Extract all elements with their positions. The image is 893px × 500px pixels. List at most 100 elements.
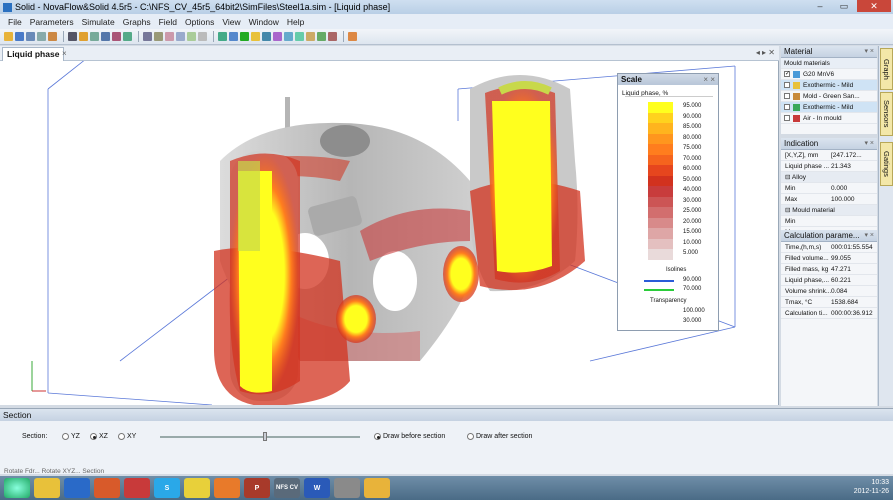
material-item[interactable]: Exothermic - Mild xyxy=(781,80,877,91)
scale-value: 80.000 xyxy=(683,134,702,141)
maximize-button[interactable]: ▭ xyxy=(833,0,855,12)
rotate-icon[interactable] xyxy=(90,32,99,41)
layer6-icon[interactable] xyxy=(328,32,337,41)
viewport-3d[interactable]: Scale × × Liquid phase, % 95.000 90.000 85.… xyxy=(0,61,779,405)
layer1-icon[interactable] xyxy=(273,32,282,41)
app-yellow-icon[interactable] xyxy=(364,478,390,498)
menu-window[interactable]: Window xyxy=(249,17,279,27)
material-checkbox[interactable]: ✓ xyxy=(784,71,790,77)
section-slider[interactable] xyxy=(160,432,360,441)
menu-view[interactable]: View xyxy=(222,17,240,27)
indication-row: Liquid phase ... 21.343 xyxy=(781,161,877,172)
tab-graph[interactable]: Graph xyxy=(880,48,893,90)
material-item[interactable]: ✓ G20 MnV6 xyxy=(781,69,877,80)
layer4-icon[interactable] xyxy=(306,32,315,41)
app-red-icon[interactable] xyxy=(124,478,150,498)
scale-value: 30.000 xyxy=(683,197,702,204)
menu-bar: File Parameters Simulate Graphs Field Op… xyxy=(0,14,893,29)
firefox-icon[interactable] xyxy=(94,478,120,498)
material-tab[interactable]: Mould materials xyxy=(784,58,830,68)
indication-key: Max xyxy=(785,196,798,203)
calc-key: Time,(h,m,s) xyxy=(785,244,822,251)
media-icon[interactable] xyxy=(64,478,90,498)
print-icon[interactable] xyxy=(26,32,35,41)
right-riser xyxy=(470,75,585,292)
menu-file[interactable]: File xyxy=(8,17,22,27)
solid-icon[interactable] xyxy=(184,478,210,498)
material-checkbox[interactable] xyxy=(784,82,790,88)
layer3-icon[interactable] xyxy=(295,32,304,41)
material-checkbox[interactable] xyxy=(784,93,790,99)
word-icon[interactable]: W xyxy=(304,478,330,498)
tab-sensors[interactable]: Sensors xyxy=(880,92,893,136)
view-iso-icon[interactable] xyxy=(198,32,207,41)
scale-color-swatch xyxy=(648,196,673,207)
image-icon[interactable] xyxy=(48,32,57,41)
layer2-icon[interactable] xyxy=(284,32,293,41)
material-item[interactable]: Mold - Green San... xyxy=(781,91,877,102)
material-item[interactable]: Air - In mould xyxy=(781,113,877,124)
scale-panel[interactable]: Scale × × Liquid phase, % 95.000 90.000 85.… xyxy=(617,73,719,331)
calc-row: Filled volume... 99.055 xyxy=(781,253,877,264)
rotate-z-icon[interactable] xyxy=(112,32,121,41)
zoom-in-icon[interactable] xyxy=(143,32,152,41)
material-checkbox[interactable] xyxy=(784,104,790,110)
tab-gatings[interactable]: Gatings xyxy=(880,142,893,186)
material-checkbox[interactable] xyxy=(784,115,790,121)
tab-liquid-phase[interactable]: Liquid phase xyxy=(2,47,65,61)
powerpoint-icon[interactable]: P xyxy=(244,478,270,498)
pan-icon[interactable] xyxy=(101,32,110,41)
indication-panel: Indication ▾ × [X,Y,Z], mm [247.172... Liqu… xyxy=(781,138,877,238)
layer5-icon[interactable] xyxy=(317,32,326,41)
settings-icon[interactable] xyxy=(348,32,357,41)
start-button[interactable] xyxy=(4,478,30,498)
pointer-icon[interactable] xyxy=(68,32,77,41)
outlook-icon[interactable] xyxy=(214,478,240,498)
highlight-icon[interactable] xyxy=(251,32,260,41)
radio-yz[interactable]: YZ xyxy=(62,433,80,440)
nfs-cv-icon[interactable]: NFS CV xyxy=(274,478,300,498)
view-front-icon[interactable] xyxy=(165,32,174,41)
camera-icon[interactable] xyxy=(262,32,271,41)
calc-row: Calculation ti... 000:00:36.912 xyxy=(781,308,877,319)
radio-draw-before[interactable]: Draw before section xyxy=(374,433,445,440)
view-top-icon[interactable] xyxy=(187,32,196,41)
calc-key: Tmax, °C xyxy=(785,299,813,306)
tab-close-icon[interactable]: × xyxy=(62,49,67,58)
minimize-button[interactable]: – xyxy=(809,0,831,12)
scale-close-icon[interactable]: × × xyxy=(703,74,715,85)
menu-parameters[interactable]: Parameters xyxy=(30,17,74,27)
menu-options[interactable]: Options xyxy=(185,17,214,27)
color-icon[interactable] xyxy=(240,32,249,41)
copy-icon[interactable] xyxy=(37,32,46,41)
close-button[interactable]: ✕ xyxy=(857,0,891,12)
slider-thumb[interactable] xyxy=(263,432,267,441)
material-item[interactable]: Exothermic - Mild xyxy=(781,102,877,113)
menu-simulate[interactable]: Simulate xyxy=(82,17,115,27)
system-tray[interactable]: 10:33 2012-11-26 xyxy=(854,478,889,496)
capture-icon[interactable] xyxy=(334,478,360,498)
menu-help[interactable]: Help xyxy=(287,17,304,27)
menu-field[interactable]: Field xyxy=(159,17,177,27)
calc-value: 47.271 xyxy=(831,266,851,273)
zoom-out-icon[interactable] xyxy=(154,32,163,41)
zoom-icon[interactable] xyxy=(79,32,88,41)
skype-icon[interactable]: S xyxy=(154,478,180,498)
radio-xz[interactable]: XZ xyxy=(90,433,108,440)
menu-graphs[interactable]: Graphs xyxy=(123,17,151,27)
open-icon[interactable] xyxy=(4,32,13,41)
folder-icon[interactable] xyxy=(34,478,60,498)
view-side-icon[interactable] xyxy=(176,32,185,41)
tab-controls[interactable]: ◂ ▸ ✕ xyxy=(756,48,775,57)
grid-icon[interactable] xyxy=(218,32,227,41)
scale-color-swatch xyxy=(648,249,673,260)
scale-color-swatch xyxy=(648,102,673,113)
mesh-icon[interactable] xyxy=(229,32,238,41)
fit-icon[interactable] xyxy=(123,32,132,41)
toolbar xyxy=(0,29,893,45)
radio-draw-after[interactable]: Draw after section xyxy=(467,433,532,440)
axis-triad xyxy=(31,361,46,392)
save-icon[interactable] xyxy=(15,32,24,41)
bottom-tabs[interactable]: Rotate Fdr... Rotate XYZ... Section xyxy=(0,468,893,476)
radio-xy[interactable]: XY xyxy=(118,433,136,440)
